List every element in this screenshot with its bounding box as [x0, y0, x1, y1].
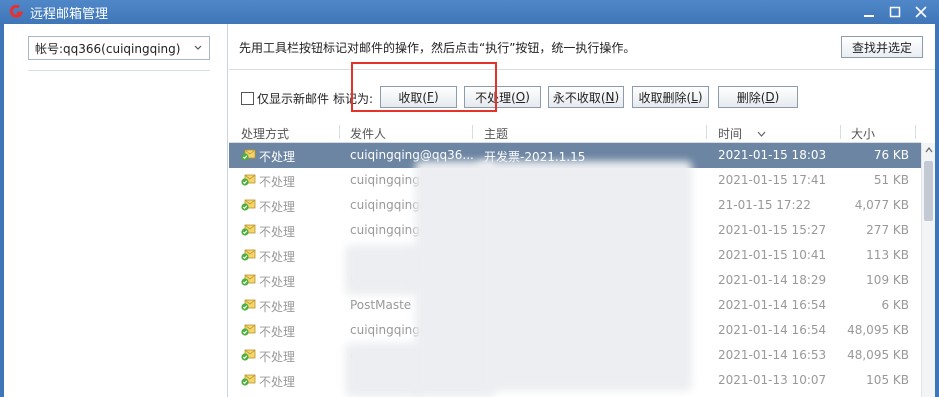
- row-time: 21-01-15 17:22: [718, 198, 811, 212]
- row-time: 2021-01-13 10:07: [718, 373, 827, 387]
- app-logo-icon: [8, 4, 24, 20]
- divider: [28, 70, 210, 71]
- column-header-time[interactable]: 时间: [718, 125, 742, 142]
- row-time: 2021-01-15 18:03: [718, 148, 827, 162]
- column-header-sender[interactable]: 发件人: [350, 125, 386, 142]
- mail-list-header: 处理方式 发件人 主题 时间 大小: [229, 121, 921, 143]
- mail-status-icon: [241, 323, 256, 337]
- redacted-area: [345, 343, 425, 397]
- row-time: 2021-01-15 17:41: [718, 173, 827, 187]
- only-new-mail-checkbox[interactable]: [241, 92, 254, 105]
- row-time: 2021-01-14 16:53: [718, 348, 827, 362]
- mail-status-icon: [241, 223, 256, 237]
- column-divider: [339, 125, 340, 139]
- row-sender: cuiqingqing@qq36...: [350, 148, 474, 162]
- column-header-action[interactable]: 处理方式: [241, 125, 289, 142]
- row-time: 2021-01-15 15:27: [718, 223, 827, 237]
- account-select[interactable]: 帐号:qq366(cuiqingqing): [28, 36, 210, 60]
- window-frame-right: [935, 24, 939, 397]
- row-time: 2021-01-15 10:41: [718, 248, 827, 262]
- window-title: 远程邮箱管理: [30, 6, 109, 22]
- row-time: 2021-01-14 16:54: [718, 323, 827, 337]
- column-divider: [472, 125, 473, 139]
- row-action: 不处理: [259, 225, 296, 239]
- row-size: 277 KB: [866, 223, 909, 237]
- row-action: 不处理: [259, 350, 296, 364]
- vertical-scrollbar[interactable]: [921, 143, 935, 397]
- redacted-area: [477, 161, 692, 391]
- mail-status-icon: [241, 273, 256, 287]
- title-bar: 远程邮箱管理: [0, 0, 939, 24]
- redacted-area: [415, 161, 495, 397]
- column-divider: [706, 125, 707, 139]
- mail-status-icon: [241, 148, 256, 162]
- row-size: 48,095 KB: [847, 348, 909, 362]
- row-action: 不处理: [259, 200, 296, 214]
- row-action: 不处理: [259, 275, 296, 289]
- row-action: 不处理: [259, 250, 296, 264]
- account-select-value: 帐号:qq366(cuiqingqing): [35, 41, 181, 56]
- mail-status-icon: [241, 373, 256, 387]
- row-size: 113 KB: [866, 248, 909, 262]
- mail-status-icon: [241, 348, 256, 362]
- row-size: 48,095 KB: [847, 323, 909, 337]
- row-size: 6 KB: [881, 298, 909, 312]
- account-panel: 帐号:qq366(cuiqingqing): [4, 24, 228, 397]
- row-action: 不处理: [259, 375, 296, 389]
- main-panel: 先用工具栏按钮标记对邮件的操作，然后点击“执行”按钮，统一执行操作。 查找并选定…: [229, 24, 935, 397]
- row-action: 不处理: [259, 325, 296, 339]
- row-size: 4,077 KB: [854, 198, 909, 212]
- chevron-down-icon[interactable]: [193, 42, 203, 56]
- row-action: 不处理: [259, 300, 296, 314]
- row-size: 51 KB: [873, 173, 909, 187]
- instruction-bar: 先用工具栏按钮标记对邮件的操作，然后点击“执行”按钮，统一执行操作。 查找并选定: [229, 24, 935, 70]
- skip-button[interactable]: 不处理(O): [464, 86, 541, 108]
- redacted-area: [345, 245, 425, 295]
- column-divider: [840, 125, 841, 139]
- row-action: 不处理: [259, 175, 296, 189]
- row-action: 不处理: [259, 150, 296, 164]
- find-and-select-button[interactable]: 查找并选定: [841, 36, 923, 58]
- delete-button[interactable]: 删除(D): [718, 86, 798, 108]
- mail-status-icon: [241, 173, 256, 187]
- column-divider: [915, 125, 916, 139]
- mark-as-label: 标记为:: [333, 92, 374, 106]
- column-header-size[interactable]: 大小: [851, 125, 875, 142]
- row-time: 2021-01-14 16:54: [718, 298, 827, 312]
- mail-list: 处理方式 发件人 主题 时间 大小 不处理 cuiqingqing@qq36...…: [229, 121, 935, 397]
- receive-delete-button[interactable]: 收取删除(L): [632, 86, 709, 108]
- row-size: 76 KB: [873, 148, 909, 162]
- scrollbar-thumb[interactable]: [924, 161, 933, 221]
- sort-chevron-icon: [757, 127, 766, 141]
- instruction-text: 先用工具栏按钮标记对邮件的操作，然后点击“执行”按钮，统一执行操作。: [239, 41, 636, 55]
- column-header-subject[interactable]: 主题: [484, 125, 508, 142]
- mail-status-icon: [241, 298, 256, 312]
- only-new-mail-label: 仅显示新邮件: [257, 92, 330, 106]
- mail-status-icon: [241, 198, 256, 212]
- row-sender: PostMaste: [350, 298, 412, 312]
- maximize-icon[interactable]: [887, 4, 903, 20]
- mark-toolbar: 仅显示新邮件 标记为: 收取(F) 不处理(O) 永不收取(N) 收取删除(L)…: [229, 82, 935, 112]
- scroll-up-icon[interactable]: [922, 143, 935, 157]
- never-receive-button[interactable]: 永不收取(N): [548, 86, 624, 108]
- receive-button[interactable]: 收取(F): [380, 86, 457, 108]
- close-icon[interactable]: [913, 4, 929, 20]
- row-time: 2021-01-14 18:29: [718, 273, 827, 287]
- minimize-icon[interactable]: [861, 4, 877, 20]
- mail-status-icon: [241, 248, 256, 262]
- row-size: 105 KB: [866, 373, 909, 387]
- only-new-mail-checkbox-wrap[interactable]: 仅显示新邮件: [241, 90, 329, 107]
- row-size: 109 KB: [866, 273, 909, 287]
